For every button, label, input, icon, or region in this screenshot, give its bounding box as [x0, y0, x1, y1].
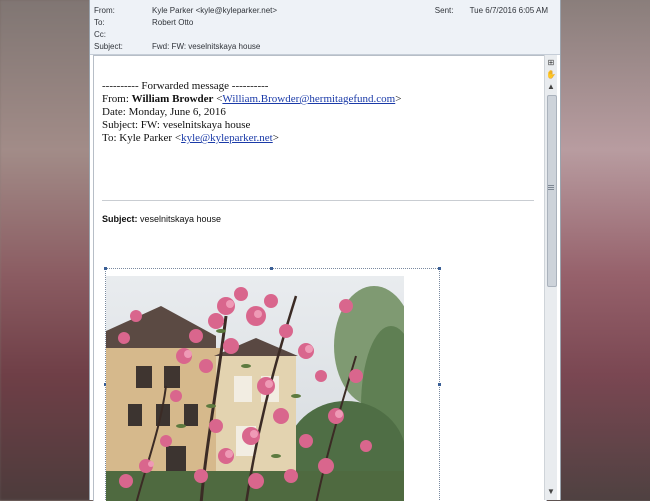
message-body[interactable]: ---------- Forwarded message ---------- … [93, 55, 547, 501]
email-window: From: Kyle Parker <kyle@kyleparker.net> … [89, 0, 561, 501]
to-value[interactable]: Robert Otto [152, 17, 193, 28]
arrow-up-icon[interactable]: ▲ [545, 81, 557, 93]
forwarded-from-email-link[interactable]: William.Browder@hermitagefund.com [222, 93, 395, 105]
arrow-down-icon[interactable]: ▼ [545, 486, 557, 498]
vertical-scrollbar[interactable]: ⊞ ✋ ▲ ▼ [544, 55, 557, 500]
format-icon[interactable]: ⊞ [545, 57, 557, 69]
resize-handle[interactable] [438, 383, 441, 386]
subject-value: Fwd: FW: veselnitskaya house [152, 42, 261, 51]
separator-line [102, 200, 534, 201]
subject-label: Subject: [94, 42, 123, 51]
resize-handle[interactable] [270, 267, 273, 270]
cc-label: Cc: [94, 30, 106, 39]
email-header: From: Kyle Parker <kyle@kyleparker.net> … [90, 0, 560, 55]
from-value[interactable]: Kyle Parker <kyle@kyleparker.net> [152, 5, 277, 16]
forwarded-to-email-link[interactable]: kyle@kyleparker.net [181, 132, 273, 144]
resize-handle[interactable] [438, 267, 441, 270]
forwarded-to-prefix: To: Kyle Parker < [102, 132, 182, 144]
inner-subject-value: veselnitskaya house [137, 214, 222, 224]
forwarded-subject-line: Subject: FW: veselnitskaya house [102, 119, 251, 131]
scrollbar-thumb[interactable] [547, 95, 557, 287]
background-blur-left [0, 0, 92, 500]
scrollbar-grip-icon [548, 185, 554, 186]
house-photo-image [106, 276, 404, 501]
inner-subject: Subject: veselnitskaya house [102, 214, 221, 224]
to-label: To: [94, 18, 105, 27]
house-photo[interactable] [106, 276, 404, 501]
forwarded-date-line: Date: Monday, June 6, 2016 [102, 106, 226, 118]
inner-subject-label: Subject: [102, 214, 138, 224]
background-blur-right [558, 0, 650, 500]
forwarded-from-prefix: From: [102, 93, 132, 105]
sent-value: Tue 6/7/2016 6:05 AM [469, 6, 548, 15]
forwarded-to-line: To: Kyle Parker <kyle@kyleparker.net> [102, 132, 279, 144]
forwarded-from-name: William Browder [131, 93, 214, 105]
forwarded-from-line: From: William Browder <William.Browder@h… [102, 93, 402, 105]
from-label: From: [94, 6, 115, 15]
sent-label: Sent: [434, 6, 454, 15]
sent-info: Sent: Tue 6/7/2016 6:05 AM [435, 6, 548, 15]
forward-marker: ---------- Forwarded message ---------- [102, 80, 269, 92]
hand-icon[interactable]: ✋ [545, 69, 557, 81]
resize-handle[interactable] [104, 267, 107, 270]
forwarded-block: ---------- Forwarded message ---------- … [102, 80, 401, 145]
